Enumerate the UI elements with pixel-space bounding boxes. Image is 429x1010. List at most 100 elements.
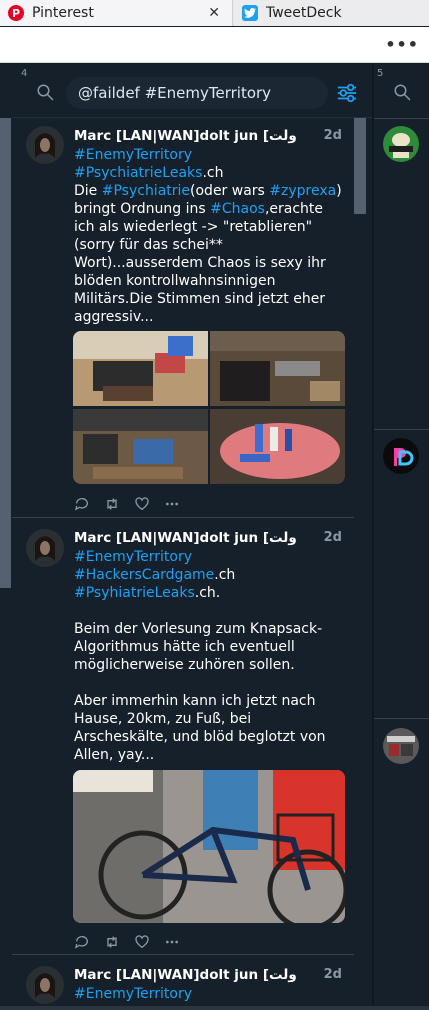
tweet-text-line: #EnemyTerritory xyxy=(74,146,346,164)
tweet-author[interactable]: Marc [LAN|WAN]dolt jun [ولت xyxy=(74,128,297,144)
hashtag-link[interactable]: #Psychiatrie xyxy=(102,183,190,199)
tweet-text-line: Beim der Vorlesung zum Knapsack- xyxy=(74,620,346,638)
hashtag-link[interactable]: #HackersCardgame xyxy=(74,567,214,583)
more-icon[interactable] xyxy=(164,496,180,512)
tweet-time[interactable]: 2d xyxy=(324,967,342,982)
tweet-text-segment: .ch. xyxy=(194,585,221,601)
column-header: 4 @faildef #EnemyTerritory xyxy=(12,64,372,118)
tweet-text-line: aggressiv... xyxy=(74,308,346,326)
tab-pinterest[interactable]: P Pinterest ✕ xyxy=(0,0,233,26)
hashtag-link[interactable]: #EnemyTerritory xyxy=(74,986,192,1002)
second-column: 5 xyxy=(374,64,429,1010)
column-divider xyxy=(374,429,429,430)
tweet-text-segment: ich als wiederlegt -> "retablieren" xyxy=(74,219,313,235)
tweet-text-segment: Aber immerhin kann ich jetzt nach xyxy=(74,693,316,709)
tweet-text-segment: ) xyxy=(336,183,342,199)
tweet-time[interactable]: 2d xyxy=(324,128,342,143)
hashtag-link[interactable]: #PsychiatrieLeaks xyxy=(74,165,202,181)
gutter-scrollbar[interactable] xyxy=(0,118,11,588)
avatar[interactable] xyxy=(26,126,64,164)
tweet-text-line: Die #Psychiatrie(oder wars #zyprexa) xyxy=(74,182,346,200)
avatar[interactable] xyxy=(383,728,419,764)
avatar[interactable] xyxy=(383,438,419,474)
search-icon[interactable] xyxy=(393,83,411,101)
avatar[interactable] xyxy=(26,966,64,1004)
retweet-icon[interactable] xyxy=(104,934,120,950)
tweet-text-segment: Die xyxy=(74,183,102,199)
column-filter-icon[interactable] xyxy=(336,82,358,104)
tweet-text-segment: ,erachte xyxy=(264,201,324,217)
hashtag-link[interactable]: #zyprexa xyxy=(269,183,336,199)
tweet-text-segment: bringt Ordnung ins xyxy=(74,201,211,217)
column-divider xyxy=(374,718,429,719)
tweet-text-segment: Wort)...ausserdem Chaos is sexy ihr xyxy=(74,255,326,271)
like-icon[interactable] xyxy=(134,934,150,950)
more-icon[interactable] xyxy=(164,934,180,950)
tweet-text-line: Wort)...ausserdem Chaos is sexy ihr xyxy=(74,254,346,272)
tweet-photo[interactable] xyxy=(73,408,208,484)
tweet[interactable]: Marc [LAN|WAN]dolt jun [ولت 2d #EnemyTer… xyxy=(12,519,354,955)
bottom-border xyxy=(0,1006,429,1010)
tweet-text-line: ich als wiederlegt -> "retablieren" xyxy=(74,218,346,236)
tweet-text-line: Arscheskälte, und blöd beglotzt von xyxy=(74,728,346,746)
tweet-text-line: (sorry für das schei** xyxy=(74,236,346,254)
tweet-actions xyxy=(74,496,180,512)
tweet-actions xyxy=(74,934,180,950)
hashtag-link[interactable]: #EnemyTerritory xyxy=(74,549,192,565)
tweet-text-line: #EnemyTerritory xyxy=(74,985,346,1003)
tweet-time[interactable]: 2d xyxy=(324,530,342,545)
tweet-text-segment: Militärs.Die Stimmen sind jetzt eher xyxy=(74,291,326,307)
reply-icon[interactable] xyxy=(74,934,90,950)
tweet-author[interactable]: Marc [LAN|WAN]dolt jun [ولت xyxy=(74,530,297,546)
tweet-text-segment: aggressiv... xyxy=(74,309,154,325)
more-menu-icon[interactable]: ••• xyxy=(385,35,419,54)
tweet-text-line: #PsyhiatrieLeaks.ch. xyxy=(74,584,346,602)
avatar[interactable] xyxy=(383,126,419,162)
search-query-field[interactable]: @faildef #EnemyTerritory xyxy=(66,77,328,109)
tweet-photo[interactable] xyxy=(210,408,345,484)
close-tab-icon[interactable]: ✕ xyxy=(208,5,220,21)
tweet[interactable]: Marc [LAN|WAN]dolt jun [ولت 2d #EnemyTer… xyxy=(12,118,354,518)
tweet-text-segment: (oder wars xyxy=(190,183,270,199)
tweet-text-line: Allen, yay... xyxy=(74,746,346,764)
tweet-author[interactable]: Marc [LAN|WAN]dolt jun [ولت xyxy=(74,967,297,983)
reply-icon[interactable] xyxy=(74,496,90,512)
tweet-photo[interactable] xyxy=(73,770,345,923)
hashtag-link[interactable]: #Chaos xyxy=(210,201,265,217)
tweet-text-line: blöden kontrollwahnsinnigen xyxy=(74,272,346,290)
tweet-text-line: #PsychiatrieLeaks.ch xyxy=(74,164,346,182)
tweet[interactable]: Marc [LAN|WAN]dolt jun [ولت 2d #EnemyTer… xyxy=(12,956,354,1010)
tweet-text-line xyxy=(74,602,346,620)
tweet-text-segment: .ch xyxy=(214,567,236,583)
hashtag-link[interactable]: #PsyhiatrieLeaks xyxy=(74,585,195,601)
column-divider xyxy=(374,118,429,119)
avatar[interactable] xyxy=(26,529,64,567)
tweet-text-segment: blöden kontrollwahnsinnigen xyxy=(74,273,276,289)
tweetdeck-icon xyxy=(242,5,258,21)
pinterest-icon: P xyxy=(8,5,24,21)
tweet-text-line: möglicherweise zuhören sollen. xyxy=(74,656,346,674)
like-icon[interactable] xyxy=(134,496,150,512)
tweet-text-segment: Allen, yay... xyxy=(74,747,155,763)
column-number: 5 xyxy=(377,68,384,79)
tweet-text-line: #EnemyTerritory xyxy=(74,548,346,566)
tweet-text-segment: Beim der Vorlesung zum Knapsack- xyxy=(74,621,323,637)
tweet-text-line: Aber immerhin kann ich jetzt nach xyxy=(74,692,346,710)
tweet-text-line: Militärs.Die Stimmen sind jetzt eher xyxy=(74,290,346,308)
tweet-photo[interactable] xyxy=(210,331,345,406)
tweet-text-segment: Hause, 20km, zu Fuß, bei xyxy=(74,711,252,727)
tweet-text-segment: (sorry für das schei** xyxy=(74,237,223,253)
tweet-text-line: #HackersCardgame.ch xyxy=(74,566,346,584)
retweet-icon[interactable] xyxy=(104,496,120,512)
tweet-photo[interactable] xyxy=(73,331,208,406)
tweet-text-segment: möglicherweise zuhören sollen. xyxy=(74,657,295,673)
browser-tab-bar: P Pinterest ✕ TweetDeck xyxy=(0,0,429,26)
tweet-media-grid[interactable] xyxy=(73,331,345,484)
tweet-text-line: Hause, 20km, zu Fuß, bei xyxy=(74,710,346,728)
column-scrollbar[interactable] xyxy=(354,118,366,214)
tab-tweetdeck[interactable]: TweetDeck xyxy=(234,0,429,26)
search-icon[interactable] xyxy=(36,83,54,101)
tab-title: Pinterest xyxy=(32,5,94,21)
search-column: 4 @faildef #EnemyTerritory Marc [LAN|WAN… xyxy=(12,64,372,1010)
hashtag-link[interactable]: #EnemyTerritory xyxy=(74,147,192,163)
